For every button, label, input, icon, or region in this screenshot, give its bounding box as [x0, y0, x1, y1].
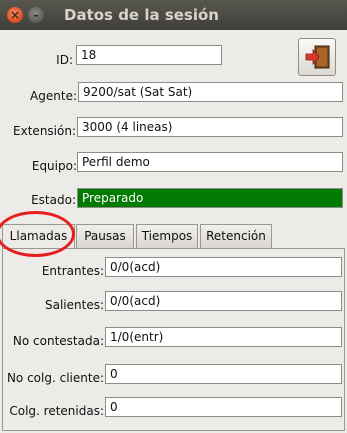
estado-status-field: Preparado: [77, 188, 343, 208]
tab-pausas[interactable]: Pausas: [76, 224, 134, 248]
estado-label: Estado:: [31, 193, 76, 207]
no-contestada-field[interactable]: 1/0(entr): [105, 327, 342, 347]
colg-retenidas-label: Colg. retenidas:: [9, 404, 104, 418]
equipo-label: Equipo:: [31, 159, 77, 173]
id-label: ID:: [56, 53, 73, 67]
equipo-field[interactable]: Perfil demo: [77, 152, 343, 172]
extension-label: Extensión:: [13, 124, 76, 138]
title-bar: × – Datos de la sesión: [0, 0, 347, 30]
salientes-label: Salientes:: [44, 298, 104, 312]
id-field[interactable]: 18: [76, 45, 222, 65]
session-data-window: × – Datos de la sesión ID: 18 Agente: 92…: [0, 0, 347, 433]
tab-llamadas[interactable]: Llamadas: [2, 224, 75, 249]
no-colg-cliente-label: No colg. cliente:: [6, 371, 104, 385]
agente-label: Agente:: [30, 89, 77, 103]
tab-tiempos[interactable]: Tiempos: [136, 224, 198, 248]
minimize-window-button[interactable]: –: [28, 7, 44, 23]
entrantes-field[interactable]: 0/0(acd): [105, 257, 342, 277]
salientes-field[interactable]: 0/0(acd): [105, 291, 342, 311]
minimize-icon: –: [33, 8, 39, 22]
exit-door-icon: [305, 45, 330, 69]
no-colg-cliente-field[interactable]: 0: [105, 364, 342, 384]
extension-field[interactable]: 3000 (4 lineas): [77, 117, 343, 137]
tab-retencion[interactable]: Retención: [200, 224, 272, 248]
colg-retenidas-field[interactable]: 0: [105, 397, 342, 417]
close-icon: ×: [9, 8, 21, 22]
entrantes-label: Entrantes:: [41, 264, 104, 278]
window-title: Datos de la sesión: [64, 6, 219, 24]
agente-field[interactable]: 9200/sat (Sat Sat): [78, 82, 343, 102]
no-contestada-label: No contestada:: [12, 334, 104, 348]
logout-button[interactable]: [298, 38, 336, 76]
close-window-button[interactable]: ×: [7, 7, 23, 23]
